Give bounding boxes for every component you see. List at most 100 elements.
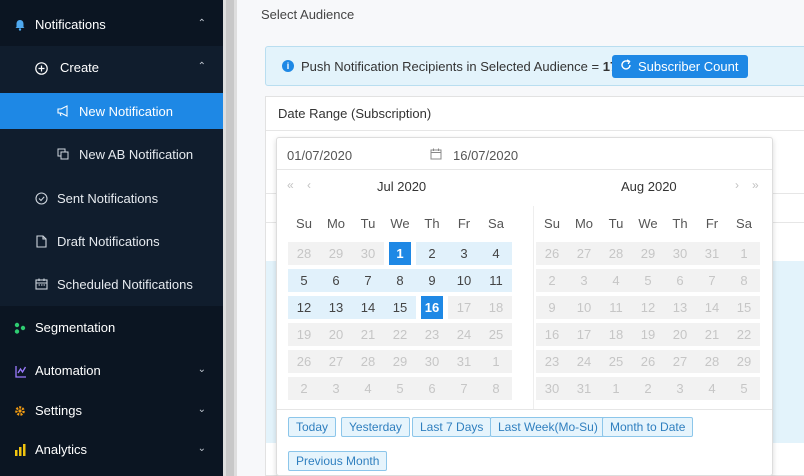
calendar-day[interactable]: 14	[352, 296, 384, 319]
calendar-day[interactable]: 5	[288, 269, 320, 292]
quick-range-yesterday[interactable]: Yesterday	[341, 417, 410, 437]
calendar-day: 21	[696, 323, 728, 346]
divider	[277, 409, 772, 410]
calendar-day[interactable]: 7	[352, 269, 384, 292]
sidebar-item-analytics[interactable]: Analytics ⌄	[0, 433, 223, 467]
calendar-day[interactable]: 1	[389, 242, 411, 265]
calendar-day: 28	[696, 350, 728, 373]
calendar-day: 28	[288, 242, 320, 265]
scrollbar[interactable]	[223, 0, 237, 476]
calendar-day[interactable]: 8	[384, 269, 416, 292]
sidebar-item-sent-notifications[interactable]: Sent Notifications	[0, 181, 223, 215]
calendar-day[interactable]: 10	[448, 269, 480, 292]
calendar-day: 29	[384, 350, 416, 373]
calendar-day: 29	[632, 242, 664, 265]
calendar-day[interactable]: 9	[416, 269, 448, 292]
calendar-day: 25	[600, 350, 632, 373]
date-range-picker: 01/07/2020 16/07/2020 « ‹ Jul 2020 Aug 2…	[276, 137, 773, 476]
calendar-day[interactable]: 15	[384, 296, 416, 319]
sidebar-item-segmentation[interactable]: Segmentation	[0, 311, 223, 345]
calendar-day: 26	[288, 350, 320, 373]
divider	[277, 169, 772, 170]
sidebar-item-settings[interactable]: Settings ⌄	[0, 394, 223, 428]
next-year-button[interactable]: »	[752, 178, 760, 192]
sidebar-item-label: Settings	[35, 403, 82, 418]
calendar-day: 18	[600, 323, 632, 346]
quick-range-last-7-days[interactable]: Last 7 Days	[412, 417, 492, 437]
weekday-header: Su	[544, 216, 560, 231]
calendar-day: 20	[664, 323, 696, 346]
calendar-day: 17	[568, 323, 600, 346]
calendar-day[interactable]: 3	[448, 242, 480, 265]
weekday-header: Su	[296, 216, 312, 231]
sidebar-item-new-ab-notification[interactable]: New AB Notification	[0, 137, 223, 171]
megaphone-icon	[56, 104, 70, 118]
calendar-day[interactable]: 13	[320, 296, 352, 319]
alert-message: Push Notification Recipients in Selected…	[301, 59, 617, 74]
sidebar-item-new-notification[interactable]: New Notification	[0, 93, 223, 129]
bar-chart-icon	[13, 443, 27, 457]
calendar-day: 24	[568, 350, 600, 373]
calendar-day: 5	[384, 377, 416, 400]
weekday-header: Fr	[457, 216, 471, 231]
calendar-day: 11	[600, 296, 632, 319]
scrollbar-thumb[interactable]	[226, 0, 234, 476]
calendar-day: 3	[320, 377, 352, 400]
calendar-day[interactable]: 12	[288, 296, 320, 319]
weekday-header: Tu	[608, 216, 624, 231]
calendar-day: 24	[448, 323, 480, 346]
next-month-button[interactable]: ›	[735, 178, 740, 192]
chevron-up-icon: ⌃	[197, 61, 206, 72]
weekday-header: Mo	[574, 216, 594, 231]
calendar-day[interactable]: 6	[320, 269, 352, 292]
calendar-day: 25	[480, 323, 512, 346]
calendar-day: 12	[632, 296, 664, 319]
calendar-day[interactable]: 4	[480, 242, 512, 265]
start-date-input[interactable]: 01/07/2020	[287, 148, 352, 163]
chevron-up-icon: ⌃	[197, 18, 206, 29]
calendar-day[interactable]: 16	[421, 296, 443, 319]
section-heading: Select Audience	[261, 7, 355, 22]
calendar-day: 29	[728, 350, 760, 373]
end-date-input[interactable]: 16/07/2020	[453, 148, 518, 163]
segmentation-icon	[13, 321, 27, 335]
calendar-day: 4	[600, 269, 632, 292]
quick-range-month-to-date[interactable]: Month to Date	[602, 417, 694, 437]
prev-month-button[interactable]: ‹	[307, 178, 312, 192]
sidebar-item-draft-notifications[interactable]: Draft Notifications	[0, 224, 223, 258]
copy-icon	[56, 147, 70, 161]
weekday-header: Sa	[736, 216, 752, 231]
chevron-down-icon: ⌄	[197, 443, 206, 454]
calendar-day: 10	[568, 296, 600, 319]
sidebar-item-create[interactable]: Create ⌃	[0, 51, 223, 85]
calendar-day: 4	[352, 377, 384, 400]
sidebar-item-automation[interactable]: Automation ⌄	[0, 354, 223, 388]
calendar-day: 18	[480, 296, 512, 319]
calendar-day: 19	[288, 323, 320, 346]
sidebar: Notifications ⌃ Create ⌃ New Notificatio…	[0, 0, 223, 476]
calendar-day: 28	[352, 350, 384, 373]
calendar-day: 29	[320, 242, 352, 265]
calendar-day[interactable]: 2	[416, 242, 448, 265]
quick-range-last-week[interactable]: Last Week(Mo-Su)	[490, 417, 606, 437]
sidebar-item-scheduled-notifications[interactable]: Scheduled Notifications	[0, 267, 223, 301]
subscriber-count-button[interactable]: Subscriber Count	[612, 55, 749, 78]
calendar-day: 31	[568, 377, 600, 400]
sidebar-item-label: Segmentation	[35, 320, 116, 335]
calendar-day: 16	[536, 323, 568, 346]
sidebar-item-notifications[interactable]: Notifications ⌃	[0, 8, 223, 42]
prev-year-button[interactable]: «	[287, 178, 295, 192]
alert-text: Push Notification Recipients in Selected…	[301, 59, 603, 74]
calendar-day: 19	[632, 323, 664, 346]
calendar-day: 22	[728, 323, 760, 346]
calendar-day: 31	[448, 350, 480, 373]
calendar-day: 30	[536, 377, 568, 400]
chevron-down-icon: ⌄	[197, 364, 206, 375]
quick-range-previous-month[interactable]: Previous Month	[288, 451, 388, 471]
quick-range-today[interactable]: Today	[288, 417, 337, 437]
calendar-day: 27	[568, 242, 600, 265]
sidebar-item-label: Scheduled Notifications	[57, 277, 193, 292]
sidebar-item-label: Analytics	[35, 442, 88, 457]
weekday-header: Mo	[326, 216, 346, 231]
calendar-day[interactable]: 11	[480, 269, 512, 292]
